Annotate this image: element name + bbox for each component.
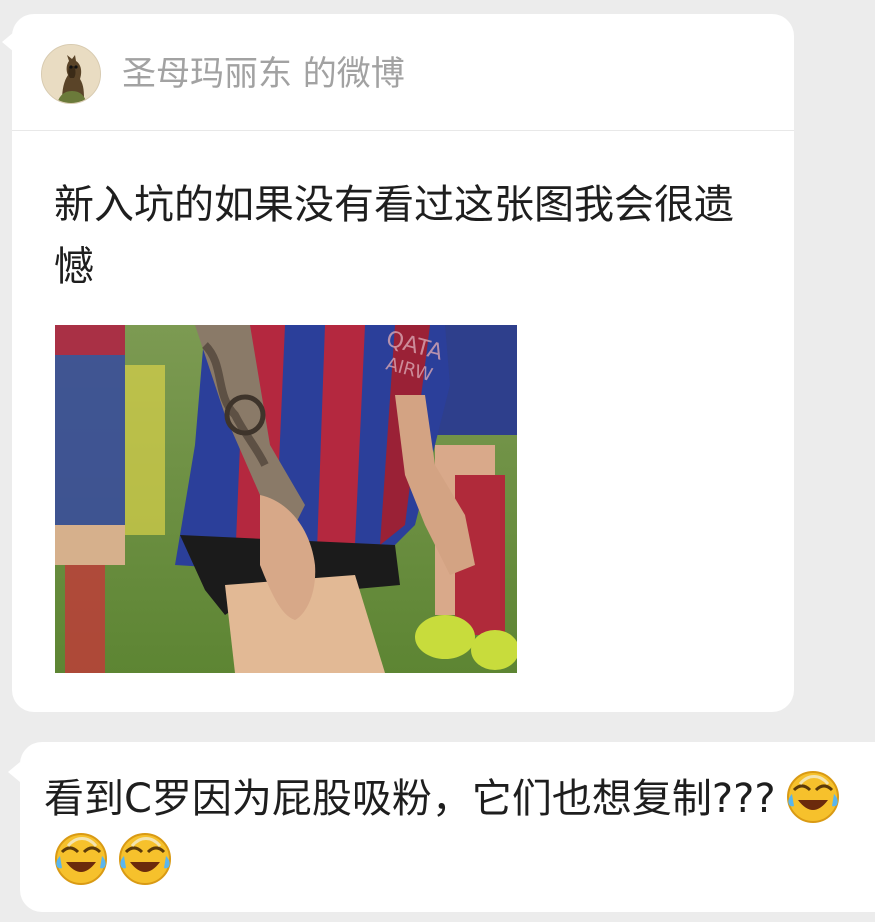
card-header[interactable]: 圣母玛丽东 的微博	[12, 14, 794, 131]
soccer-player-photo[interactable]: QATA AIRW	[55, 325, 517, 673]
laughing-crying-emoji-icon	[786, 770, 840, 824]
card-title[interactable]: 圣母玛丽东 的微博	[122, 54, 405, 94]
bubble-tail	[8, 762, 20, 782]
laughing-crying-emoji-icon	[118, 832, 172, 886]
weibo-post-text: 新入坑的如果没有看过这张图我会很遗憾	[54, 182, 734, 290]
message-text-content: 看到C罗因为屁股吸粉，它们也想复制???	[44, 776, 776, 822]
laughing-crying-emoji-icon	[54, 832, 108, 886]
chat-screen: 圣母玛丽东 的微博 新入坑的如果没有看过这张图我会很遗憾 QATA AIRW 看…	[0, 0, 875, 922]
shared-weibo-card[interactable]: 圣母玛丽东 的微博 新入坑的如果没有看过这张图我会很遗憾 QATA AIRW	[12, 14, 794, 712]
message-text: 看到C罗因为屁股吸粉，它们也想复制???	[44, 768, 844, 892]
chat-message-bubble[interactable]: 看到C罗因为屁股吸粉，它们也想复制???	[20, 742, 875, 912]
horse-avatar-icon[interactable]	[41, 44, 101, 104]
